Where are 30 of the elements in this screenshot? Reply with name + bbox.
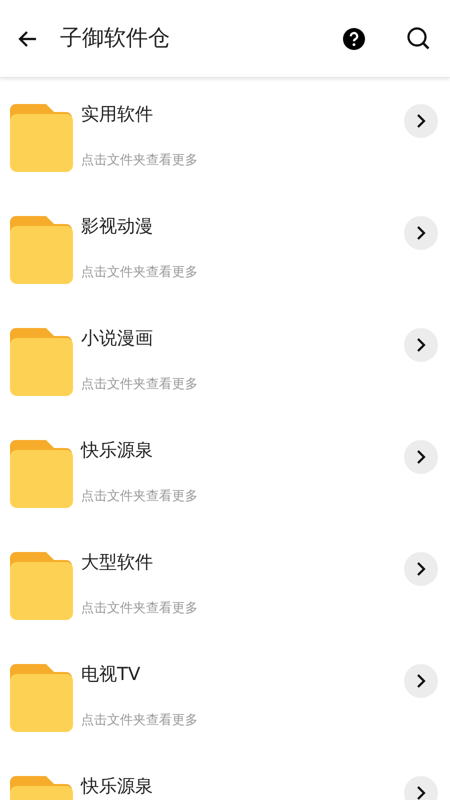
chevron-icon (415, 114, 427, 128)
folder-name: 电视TV (81, 664, 142, 686)
folder-hint: 点击文件夹查看更多 (81, 600, 199, 618)
chevron-button[interactable] (404, 552, 438, 586)
chevron-icon (415, 226, 427, 240)
folder-name: 实用软件 (81, 104, 154, 126)
folder-hint: 点击文件夹查看更多 (81, 488, 199, 506)
folder-name: 小说漫画 (81, 328, 154, 350)
folder-name: 大型软件 (81, 552, 154, 574)
folder-name: 快乐源泉 (81, 440, 154, 462)
chevron-button[interactable] (404, 776, 438, 800)
folder-hint: 点击文件夹查看更多 (81, 264, 199, 282)
folder-name: 快乐源泉 (81, 776, 154, 798)
folder-name: 影视动漫 (81, 216, 154, 238)
folder-hint: 点击文件夹查看更多 (81, 152, 199, 170)
page-title: 子御软件仓 (60, 25, 170, 53)
chevron-icon (415, 562, 427, 576)
chevron-icon (415, 786, 427, 800)
folder-hint: 点击文件夹查看更多 (81, 712, 199, 730)
help-button[interactable] (342, 26, 366, 50)
chevron-button[interactable] (404, 328, 438, 362)
folder-hint: 点击文件夹查看更多 (81, 376, 199, 394)
chevron-button[interactable] (404, 216, 438, 250)
chevron-button[interactable] (404, 104, 438, 138)
chevron-icon (415, 450, 427, 464)
search-button[interactable] (406, 26, 432, 52)
chevron-icon (415, 338, 427, 352)
chevron-icon (415, 674, 427, 688)
chevron-button[interactable] (404, 664, 438, 698)
chevron-button[interactable] (404, 440, 438, 474)
